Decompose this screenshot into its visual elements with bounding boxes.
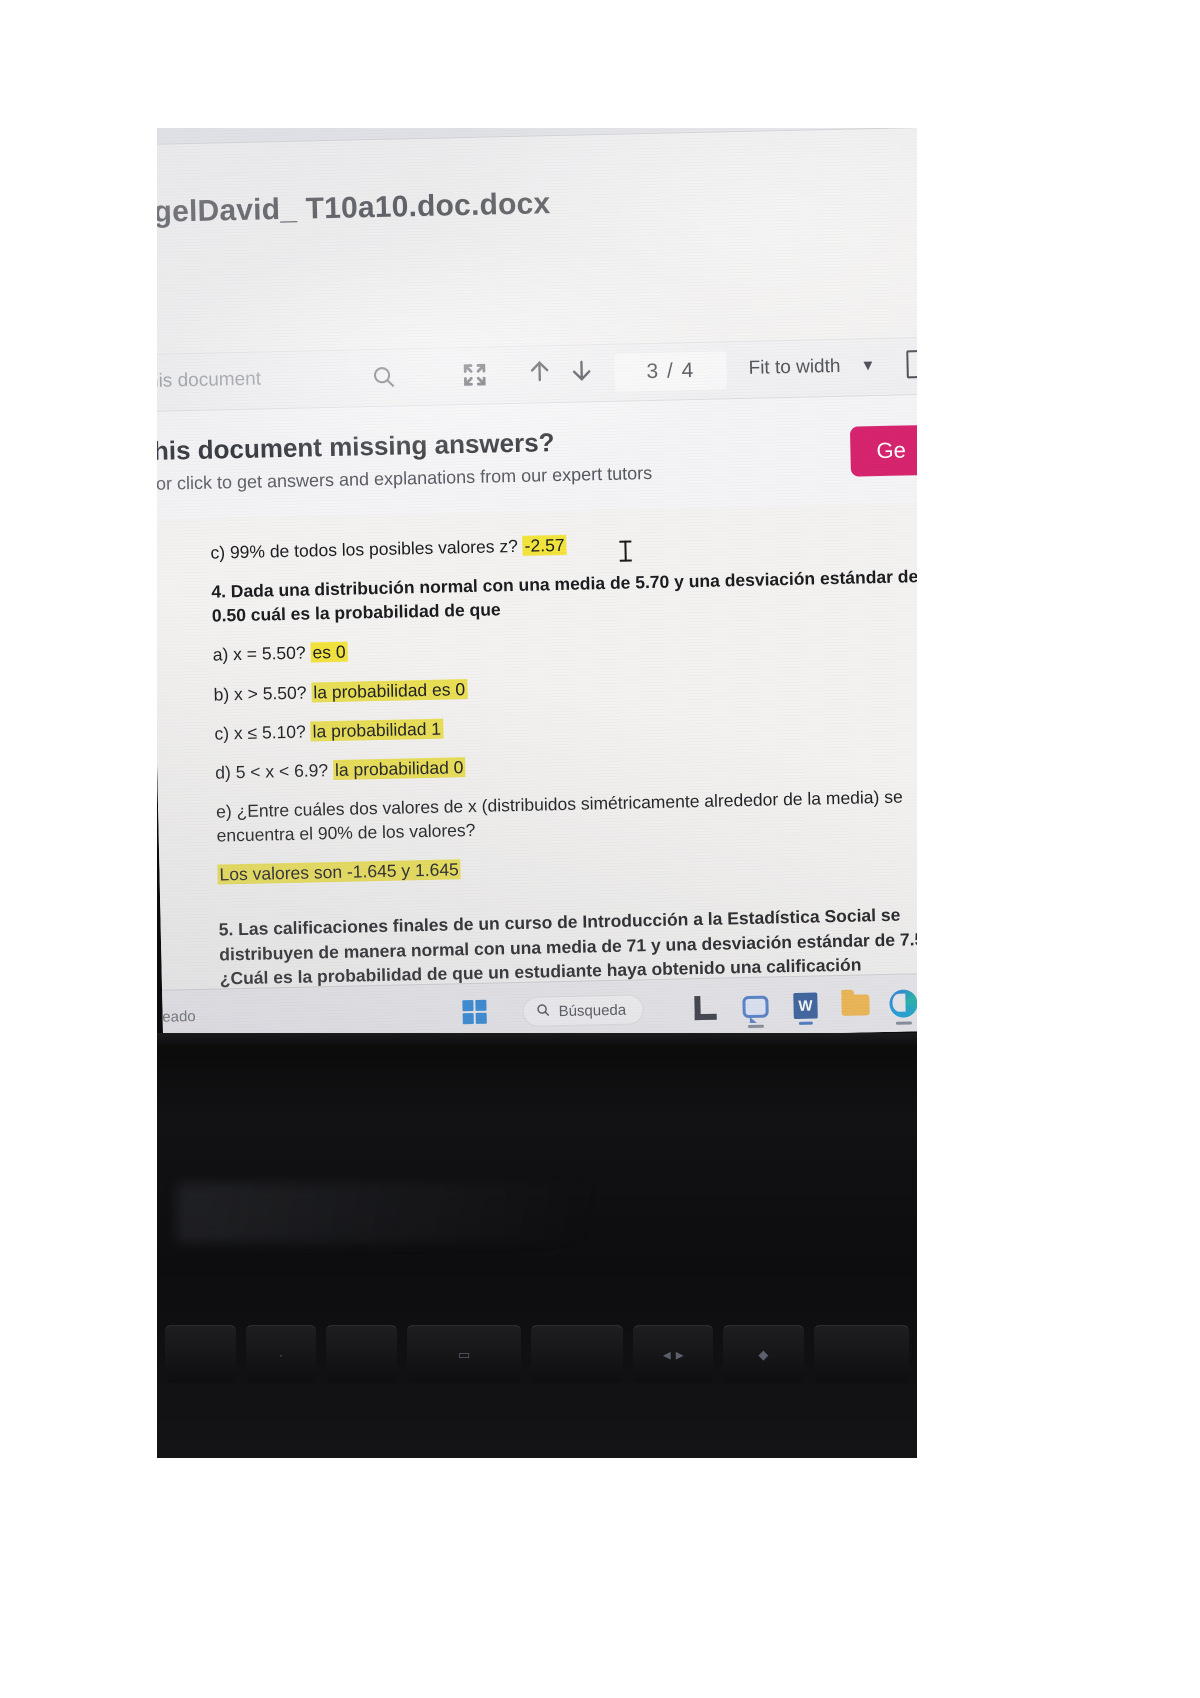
laptop-sheen — [177, 1183, 877, 1243]
page-indicator[interactable]: 3 / 4 — [614, 351, 728, 392]
expand-icon[interactable] — [460, 361, 489, 395]
question-4a: a) x = 5.50? es 0 — [212, 627, 917, 667]
zoom-mode-label[interactable]: Fit to width — [748, 356, 840, 380]
keyboard-key: ◄► — [633, 1325, 714, 1383]
arrow-up-icon[interactable] — [526, 356, 553, 394]
keyboard-key — [326, 1325, 397, 1383]
app-l-icon[interactable] — [690, 993, 721, 1024]
question-4d-answer: la probabilidad 0 — [332, 756, 466, 780]
word-icon-letter: W — [793, 992, 818, 1020]
search-input[interactable]: this document — [157, 368, 261, 393]
keyboard-key: ◆ — [723, 1325, 804, 1383]
question-4c-answer: la probabilidad 1 — [310, 718, 444, 742]
edge-icon[interactable] — [888, 988, 917, 1025]
question-4b: b) x > 5.50? la probabilidad es 0 — [213, 666, 917, 706]
document-page: c) 99% de todos los posibles valores z? … — [157, 502, 917, 990]
search-icon[interactable] — [370, 364, 397, 396]
question-4e-line1: e) ¿Entre cuáles dos valores de x (distr… — [215, 787, 880, 822]
laptop-hinge — [157, 1033, 917, 1049]
doc-line-c: c) 99% de todos los posibles valores z? … — [210, 525, 917, 565]
text-cursor-icon — [624, 540, 627, 562]
question-4e-answer-row: Los valores son -1.645 y 1.645 — [217, 847, 917, 887]
keyboard-key — [531, 1325, 624, 1383]
windows-logo-icon[interactable] — [462, 999, 487, 1025]
question-4b-prefix: b) x > 5.50? — [213, 682, 312, 705]
word-icon[interactable]: W — [790, 990, 821, 1025]
chevron-down-icon[interactable]: ▼ — [860, 357, 875, 374]
get-answers-button[interactable]: Ge — [849, 424, 917, 477]
keyboard-row: · ▭ ◄► ◆ — [165, 1325, 909, 1395]
question-4d: d) 5 < x < 6.9? la probabilidad 0 — [215, 745, 917, 785]
laptop-photo: T10a10.doc.docx justo ngelDavid_ T10a10.… — [157, 128, 917, 1458]
document-filename: ngelDavid_ T10a10.doc.docx — [157, 187, 551, 230]
laptop-screen: T10a10.doc.docx justo ngelDavid_ T10a10.… — [157, 128, 917, 1048]
keyboard-key — [165, 1325, 236, 1383]
question-4-stem-line1: 4. Dada una distribución normal con una … — [211, 566, 894, 602]
taskbar-search[interactable]: Búsqueda — [522, 994, 644, 1027]
keyboard-key: ▭ — [406, 1325, 522, 1383]
question-4d-prefix: d) 5 < x < 6.9? — [215, 759, 334, 783]
question-4e: e) ¿Entre cuáles dos valores de x (distr… — [216, 784, 917, 848]
question-4b-answer: la probabilidad es 0 — [311, 678, 468, 703]
promo-title: this document missing answers? — [157, 427, 555, 467]
question-4a-answer: es 0 — [310, 642, 348, 663]
question-4e-answer: Los valores son -1.645 y 1.645 — [217, 859, 462, 885]
doc-line-c-answer: -2.57 — [522, 534, 567, 556]
keyboard-key: · — [245, 1325, 317, 1383]
question-4c: c) x ≤ 5.10? la probabilidad 1 — [214, 706, 917, 746]
keyboard-key — [813, 1325, 909, 1383]
download-icon[interactable] — [906, 349, 917, 379]
taskbar-search-label: Búsqueda — [558, 1001, 627, 1020]
doc-line-c-prefix: c) 99% de todos los posibles valores z? — [210, 535, 523, 563]
question-4c-prefix: c) x ≤ 5.10? — [214, 721, 311, 744]
laptop-body: · ▭ ◄► ◆ — [157, 1033, 917, 1458]
question-4-stem: 4. Dada una distribución normal con una … — [211, 564, 917, 628]
taskbar-left-label: uleado — [157, 1008, 196, 1027]
promo-subtitle: p or click to get answers and explanatio… — [157, 462, 653, 495]
promo-banner: this document missing answers? p or clic… — [157, 394, 917, 520]
folder-icon[interactable] — [840, 989, 871, 1020]
arrow-down-icon[interactable] — [568, 355, 595, 393]
search-icon — [535, 1002, 550, 1021]
question-4a-prefix: a) x = 5.50? — [212, 642, 311, 666]
chat-icon[interactable] — [740, 992, 771, 1029]
